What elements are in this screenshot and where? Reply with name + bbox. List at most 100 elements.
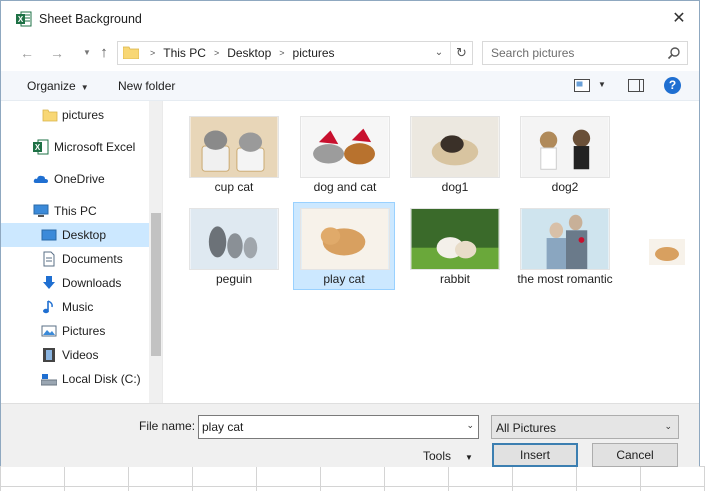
organize-button[interactable]: Organize ▼ xyxy=(27,79,89,93)
sidebar-item-this-pc[interactable]: This PC xyxy=(1,199,149,223)
file-tile-the-most-romantic[interactable]: the most romantic xyxy=(514,203,616,291)
preview-pane-icon[interactable] xyxy=(628,79,644,92)
sidebar-item-label: Pictures xyxy=(62,324,106,338)
tools-label: Tools xyxy=(423,449,452,463)
rabbit-thumbnail xyxy=(410,208,500,270)
sidebar-item-desktop[interactable]: Desktop xyxy=(1,223,149,247)
dialog-footer: File name: ⌄ All Pictures ⌄ Tools ▼ Inser… xyxy=(1,403,699,467)
insert-button[interactable]: Insert xyxy=(492,443,578,467)
back-arrow-icon[interactable]: ← xyxy=(17,43,37,63)
downloads-icon xyxy=(43,276,55,289)
file-tile-dog2[interactable]: dog2 xyxy=(514,111,616,199)
view-options-caret-icon[interactable]: ▼ xyxy=(598,80,606,89)
chevron-down-icon[interactable]: ⌄ xyxy=(466,420,474,431)
dog1-thumbnail xyxy=(410,116,500,178)
refresh-icon[interactable]: ↻ xyxy=(450,42,472,64)
breadcrumb-pictures[interactable]: pictures xyxy=(293,46,335,60)
sidebar-item-microsoft-excel[interactable]: X Microsoft Excel xyxy=(1,135,149,159)
sheet-background-dialog: X Sheet Background ✕ ← → ▼ ↑ > This PC >… xyxy=(0,0,700,467)
file-type-select[interactable]: All Pictures ⌄ xyxy=(491,415,679,439)
navigation-pane: pictures X Microsoft Excel OneDrive This… xyxy=(1,101,163,403)
file-name: cup cat xyxy=(214,180,254,194)
sidebar-item-label: Local Disk (C:) xyxy=(62,372,141,386)
desktop-icon xyxy=(41,229,57,241)
file-type-value: All Pictures xyxy=(496,421,557,435)
file-name-field[interactable] xyxy=(199,416,457,438)
dog-and-cat-thumbnail xyxy=(300,116,390,178)
svg-text:X: X xyxy=(18,15,24,24)
sidebar-item-pictures[interactable]: Pictures xyxy=(1,319,149,343)
videos-icon xyxy=(43,348,55,362)
sidebar-item-label: Downloads xyxy=(62,276,122,290)
dialog-title: Sheet Background xyxy=(39,12,142,26)
sidebar-item-label: Documents xyxy=(62,252,123,266)
sidebar-item-onedrive[interactable]: OneDrive xyxy=(1,167,149,191)
sidebar-item-label: Videos xyxy=(62,348,99,362)
tools-button[interactable]: Tools ▼ xyxy=(423,449,473,463)
file-tile-dog-and-cat[interactable]: dog and cat xyxy=(294,111,396,199)
sidebar-item-label: Microsoft Excel xyxy=(54,140,136,154)
file-name: play cat xyxy=(323,272,365,286)
file-name: peguin xyxy=(215,272,253,286)
chevron-right-icon[interactable]: > xyxy=(279,48,284,58)
up-arrow-icon[interactable]: ↑ xyxy=(94,43,114,63)
chevron-right-icon[interactable]: > xyxy=(214,48,219,58)
sidebar-item-videos[interactable]: Videos xyxy=(1,343,149,367)
excel-grid-backdrop xyxy=(0,466,705,491)
address-bar[interactable]: > This PC > Desktop > pictures ⌄ ↻ xyxy=(117,41,473,65)
caret-down-icon: ▼ xyxy=(465,453,473,462)
excel-icon: X xyxy=(33,139,49,155)
close-icon[interactable]: ✕ xyxy=(669,9,689,29)
pictures-icon xyxy=(41,325,57,337)
chevron-down-icon: ⌄ xyxy=(664,421,672,431)
disk-icon xyxy=(41,374,57,386)
play-cat-thumbnail xyxy=(300,208,390,270)
file-name: dog2 xyxy=(551,180,579,194)
folder-icon xyxy=(42,109,58,122)
file-tile-peguin[interactable]: peguin xyxy=(183,203,285,291)
file-name: dog1 xyxy=(441,180,469,194)
cancel-button[interactable]: Cancel xyxy=(592,443,678,467)
sidebar-scrollbar[interactable] xyxy=(149,101,162,403)
change-view-icon[interactable] xyxy=(574,79,590,92)
sidebar-item-local-disk[interactable]: Local Disk (C:) xyxy=(1,367,149,391)
file-name-label: File name: xyxy=(139,419,196,433)
sidebar-item-label: OneDrive xyxy=(54,172,105,186)
breadcrumb: > This PC > Desktop > pictures xyxy=(142,42,335,64)
scrollbar-thumb[interactable] xyxy=(151,213,161,356)
sidebar-item-label: Music xyxy=(62,300,94,314)
svg-text:X: X xyxy=(35,143,41,152)
breadcrumb-desktop[interactable]: Desktop xyxy=(227,46,271,60)
file-name: rabbit xyxy=(439,272,471,286)
computer-icon xyxy=(33,204,49,217)
peguin-thumbnail xyxy=(189,208,279,270)
search-input[interactable] xyxy=(483,42,663,64)
file-tile-play-cat[interactable]: play cat xyxy=(293,202,395,290)
file-tile-dog1[interactable]: dog1 xyxy=(404,111,506,199)
sidebar-item-pictures-folder[interactable]: pictures xyxy=(1,103,149,127)
file-tile-cup-cat[interactable]: cup cat xyxy=(183,111,285,199)
chevron-down-icon[interactable]: ⌄ xyxy=(432,44,446,62)
excel-app-icon: X xyxy=(16,11,32,27)
breadcrumb-this-pc[interactable]: This PC xyxy=(163,46,206,60)
file-list: cup cat dog and cat dog1 dog2 peguin pla… xyxy=(164,101,699,403)
command-bar: Organize ▼ New folder ▼ ? xyxy=(1,71,699,101)
navigation-bar: ← → ▼ ↑ > This PC > Desktop > pictures ⌄… xyxy=(1,39,699,67)
the-most-romantic-thumbnail xyxy=(520,208,610,270)
new-folder-button[interactable]: New folder xyxy=(118,79,175,93)
music-icon xyxy=(43,300,53,314)
file-tile-rabbit[interactable]: rabbit xyxy=(404,203,506,291)
sidebar-item-downloads[interactable]: Downloads xyxy=(1,271,149,295)
file-name-combobox[interactable]: ⌄ xyxy=(198,415,479,439)
cloud-icon xyxy=(33,175,48,183)
forward-arrow-icon[interactable]: → xyxy=(47,43,67,63)
help-icon[interactable]: ? xyxy=(664,77,681,94)
sidebar-item-label: Desktop xyxy=(62,228,107,242)
dog2-thumbnail xyxy=(520,116,610,178)
search-box[interactable] xyxy=(482,41,688,65)
sidebar-item-music[interactable]: Music xyxy=(1,295,149,319)
search-icon[interactable] xyxy=(667,46,681,60)
cup-cat-thumbnail xyxy=(189,116,279,178)
chevron-right-icon[interactable]: > xyxy=(150,48,155,58)
sidebar-item-documents[interactable]: Documents xyxy=(1,247,149,271)
